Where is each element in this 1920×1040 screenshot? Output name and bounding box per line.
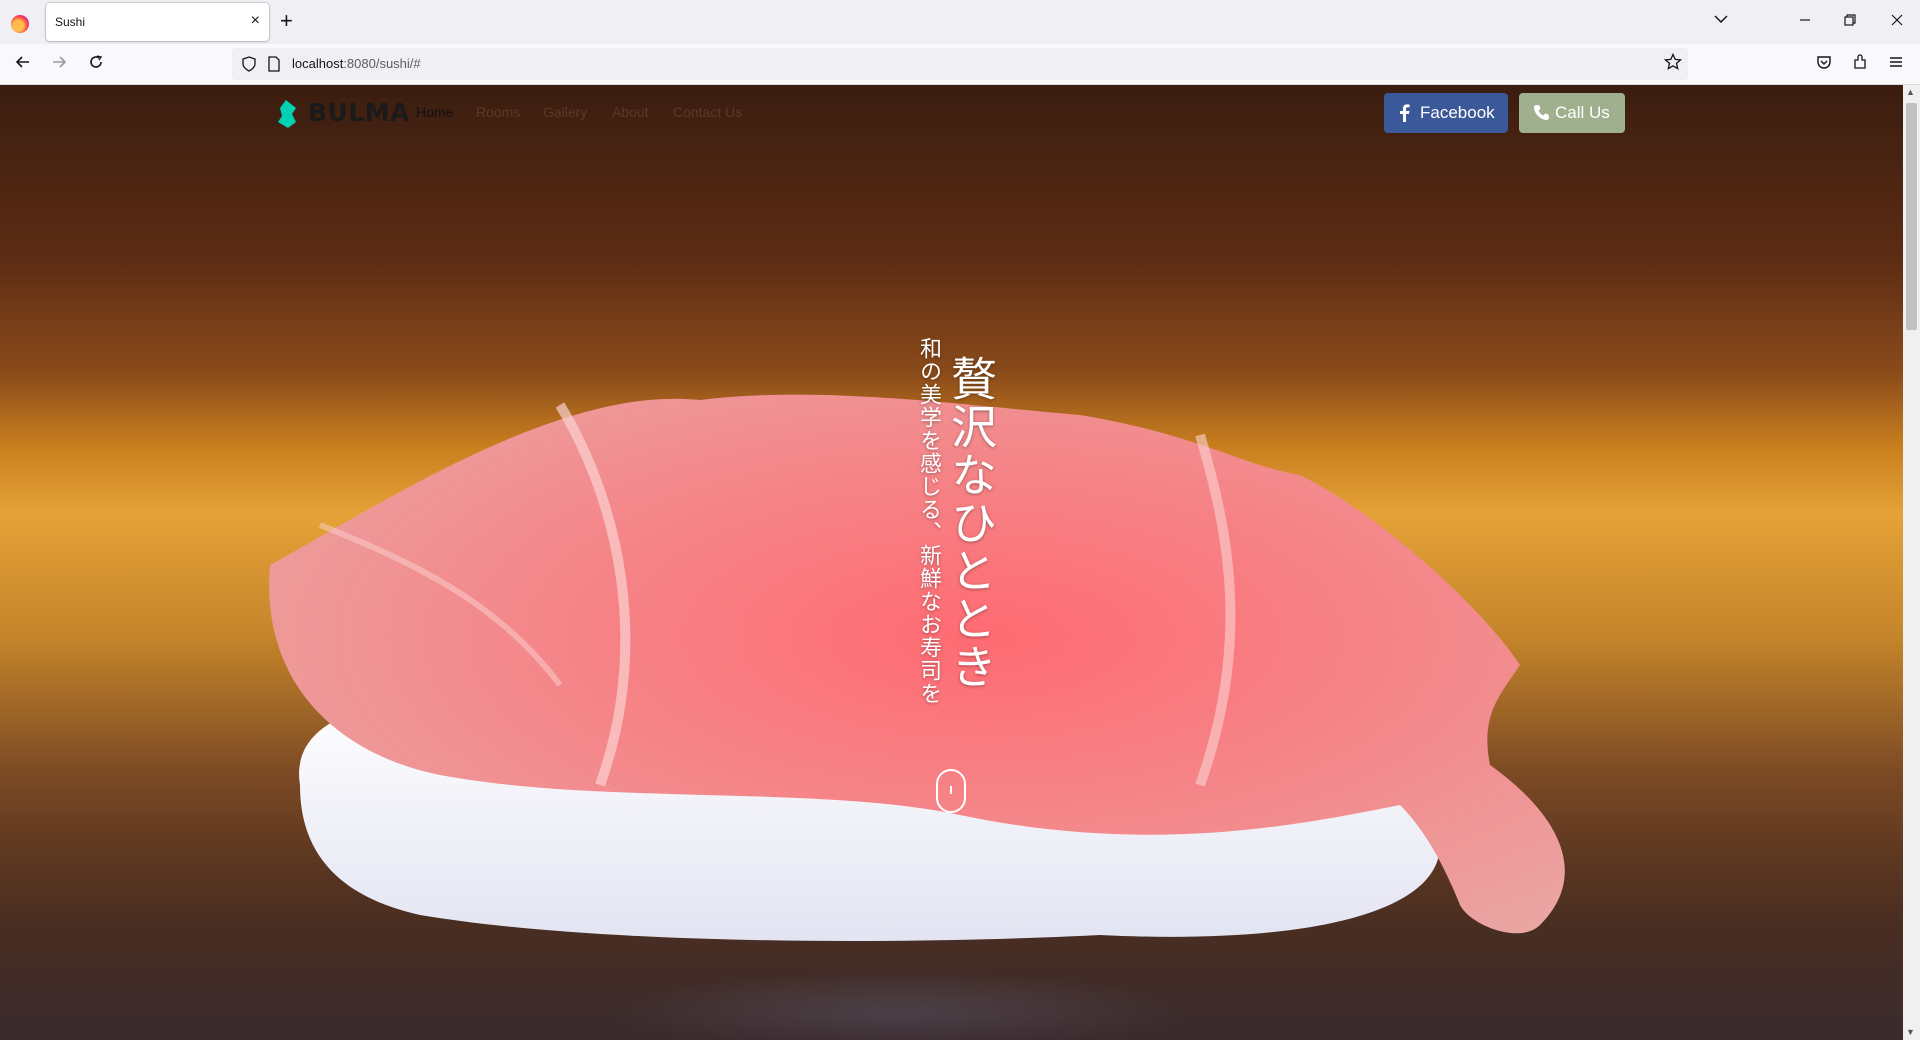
- page-viewport: BULMA Home Rooms Gallery About Contact U…: [0, 85, 1903, 1040]
- page-info-icon[interactable]: [267, 56, 281, 77]
- scroll-down-arrow-icon[interactable]: ▼: [1906, 1027, 1915, 1037]
- restore-icon[interactable]: [1835, 8, 1865, 36]
- back-icon[interactable]: [10, 51, 36, 77]
- tracking-shield-icon[interactable]: [241, 56, 257, 77]
- scroll-up-arrow-icon[interactable]: ▲: [1906, 87, 1915, 97]
- call-us-button[interactable]: Call Us: [1519, 93, 1625, 133]
- nav-contact-us[interactable]: Contact Us: [673, 104, 742, 120]
- pocket-icon[interactable]: [1811, 51, 1837, 77]
- browser-nav-bar: localhost:8080/sushi/#: [0, 44, 1920, 85]
- menu-hamburger-icon[interactable]: [1883, 51, 1909, 77]
- url-text[interactable]: localhost:8080/sushi/#: [292, 56, 421, 71]
- nav-home[interactable]: Home: [416, 104, 453, 120]
- extensions-icon[interactable]: [1847, 51, 1873, 77]
- close-window-icon[interactable]: [1882, 8, 1912, 36]
- nav-about[interactable]: About: [612, 104, 649, 120]
- url-host: localhost: [292, 56, 344, 71]
- hero-subline: 和の美学を感じる、新鮮なお寿司を: [916, 337, 941, 705]
- url-bar[interactable]: localhost:8080/sushi/#: [232, 48, 1688, 80]
- call-us-button-label: Call Us: [1555, 103, 1610, 122]
- forward-icon[interactable]: [46, 51, 72, 77]
- facebook-icon: [1398, 104, 1410, 127]
- phone-icon: [1533, 104, 1550, 126]
- reload-icon[interactable]: [83, 51, 109, 77]
- new-tab-button[interactable]: +: [280, 9, 293, 33]
- facebook-button[interactable]: Facebook: [1384, 93, 1508, 133]
- tab-title: Sushi: [55, 15, 86, 29]
- browser-tab[interactable]: Sushi ×: [46, 3, 269, 41]
- hero-headline: 贅沢なひととき: [944, 355, 998, 691]
- brand-name: BULMA: [308, 98, 411, 127]
- site-navbar: BULMA Home Rooms Gallery About Contact U…: [0, 85, 1903, 141]
- list-all-tabs-icon[interactable]: [1712, 10, 1730, 33]
- scroll-down-indicator-icon[interactable]: [936, 769, 966, 813]
- nav-gallery[interactable]: Gallery: [543, 104, 587, 120]
- page-scrollbar[interactable]: ▲ ▼: [1903, 85, 1920, 1040]
- nav-rooms[interactable]: Rooms: [476, 104, 520, 120]
- tab-close-icon[interactable]: ×: [251, 11, 260, 31]
- url-path: :8080/sushi/#: [343, 56, 421, 71]
- minimize-icon[interactable]: [1790, 8, 1820, 36]
- bulma-logo-icon: [278, 100, 298, 133]
- scroll-indicator-dot: [950, 786, 952, 794]
- facebook-button-label: Facebook: [1420, 103, 1495, 122]
- scrollbar-thumb[interactable]: [1906, 103, 1917, 330]
- browser-tab-bar: Sushi × +: [0, 0, 1920, 44]
- firefox-logo-icon: [11, 15, 29, 33]
- bookmark-star-icon[interactable]: [1663, 52, 1683, 76]
